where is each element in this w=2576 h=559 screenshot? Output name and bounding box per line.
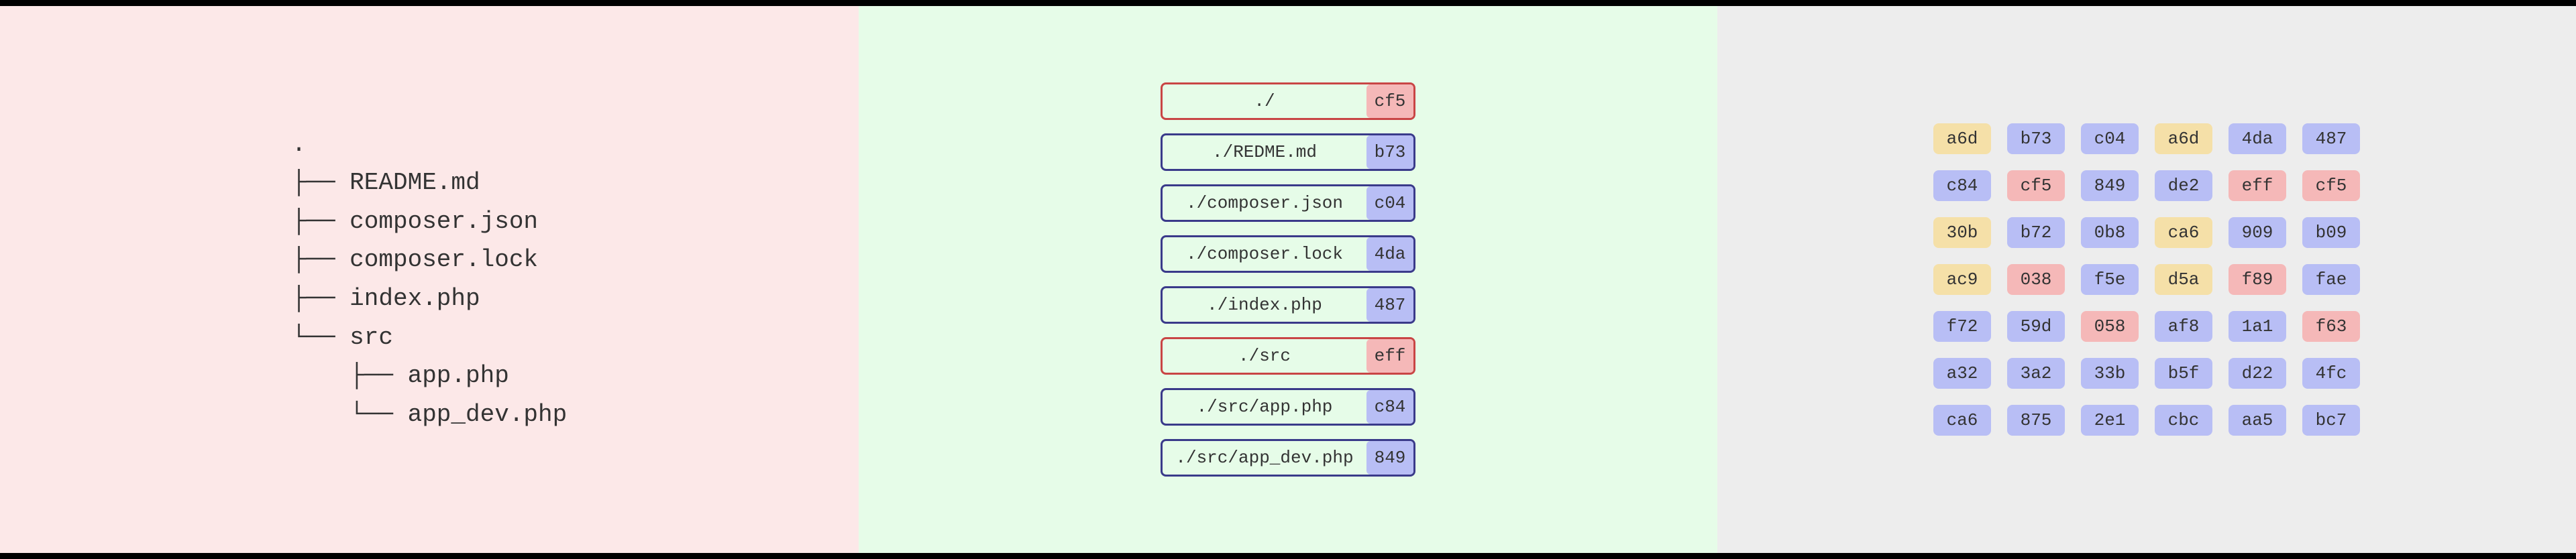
- grid-cell: eff: [2229, 170, 2286, 201]
- grid-cell: 058: [2081, 311, 2139, 342]
- panel-tree: . ├── README.md ├── composer.json ├── co…: [0, 6, 859, 553]
- file-item: ./srceff: [1161, 337, 1415, 375]
- file-item: ./src/app.phpc84: [1161, 388, 1415, 426]
- grid-cell: 0b8: [2081, 217, 2139, 248]
- grid-cell: 1a1: [2229, 311, 2286, 342]
- grid-cell: de2: [2155, 170, 2212, 201]
- grid-cell: f89: [2229, 264, 2286, 295]
- file-path: ./src: [1163, 346, 1366, 366]
- grid-cell: 4fc: [2302, 358, 2360, 389]
- grid-cell: bc7: [2302, 405, 2360, 436]
- grid-cell: aa5: [2229, 405, 2286, 436]
- grid-cell: f5e: [2081, 264, 2139, 295]
- grid-cell: ac9: [1933, 264, 1991, 295]
- grid-cell: ca6: [2155, 217, 2212, 248]
- file-hash: 4da: [1366, 237, 1413, 271]
- grid-cell: af8: [2155, 311, 2212, 342]
- grid-cell: 038: [2007, 264, 2065, 295]
- file-hash: 487: [1366, 288, 1413, 322]
- grid-cell: 30b: [1933, 217, 1991, 248]
- grid-cell: a6d: [1933, 123, 1991, 154]
- file-path: ./index.php: [1163, 295, 1366, 315]
- file-path: ./composer.json: [1163, 193, 1366, 213]
- grid-cell: 909: [2229, 217, 2286, 248]
- file-path: ./composer.lock: [1163, 244, 1366, 264]
- file-item: ./REDME.mdb73: [1161, 133, 1415, 171]
- grid-cell: a32: [1933, 358, 1991, 389]
- grid-cell: d22: [2229, 358, 2286, 389]
- grid-cell: 3a2: [2007, 358, 2065, 389]
- grid-cell: fae: [2302, 264, 2360, 295]
- grid-cell: ca6: [1933, 405, 1991, 436]
- file-hash: 849: [1366, 441, 1413, 475]
- grid-cell: 33b: [2081, 358, 2139, 389]
- file-path: ./REDME.md: [1163, 142, 1366, 162]
- grid-cell: cbc: [2155, 405, 2212, 436]
- file-list: ./cf5./REDME.mdb73./composer.jsonc04./co…: [1161, 82, 1415, 477]
- panel-grid: a6d b73 c04 a6d 4da 487 c84 cf5 849 de2 eff cf5 30b b…: [1717, 6, 2576, 553]
- grid-cell: c04: [2081, 123, 2139, 154]
- file-hash: c84: [1366, 390, 1413, 424]
- grid-cell: 875: [2007, 405, 2065, 436]
- grid-cell: 4da: [2229, 123, 2286, 154]
- grid-cell: 849: [2081, 170, 2139, 201]
- panel-files: ./cf5./REDME.mdb73./composer.jsonc04./co…: [859, 6, 1717, 553]
- grid-cell: c84: [1933, 170, 1991, 201]
- file-item: ./src/app_dev.php849: [1161, 439, 1415, 477]
- grid-cell: 59d: [2007, 311, 2065, 342]
- file-item: ./composer.lock4da: [1161, 235, 1415, 273]
- grid-cell: cf5: [2302, 170, 2360, 201]
- file-path: ./src/app_dev.php: [1163, 448, 1366, 468]
- file-item: ./composer.jsonc04: [1161, 184, 1415, 222]
- file-path: ./src/app.php: [1163, 397, 1366, 417]
- file-hash: cf5: [1366, 84, 1413, 118]
- file-path: ./: [1163, 91, 1366, 111]
- grid-cell: b73: [2007, 123, 2065, 154]
- grid-cell: d5a: [2155, 264, 2212, 295]
- file-hash: eff: [1366, 339, 1413, 373]
- grid-cell: 487: [2302, 123, 2360, 154]
- file-item: ./index.php487: [1161, 286, 1415, 324]
- grid-cell: f63: [2302, 311, 2360, 342]
- hash-grid: a6d b73 c04 a6d 4da 487 c84 cf5 849 de2 eff cf5 30b b…: [1933, 123, 2360, 436]
- grid-cell: a6d: [2155, 123, 2212, 154]
- directory-tree: . ├── README.md ├── composer.json ├── co…: [292, 125, 567, 434]
- grid-cell: 2e1: [2081, 405, 2139, 436]
- grid-cell: b5f: [2155, 358, 2212, 389]
- grid-cell: f72: [1933, 311, 1991, 342]
- grid-cell: b09: [2302, 217, 2360, 248]
- file-hash: c04: [1366, 186, 1413, 220]
- grid-cell: b72: [2007, 217, 2065, 248]
- file-item: ./cf5: [1161, 82, 1415, 120]
- file-hash: b73: [1366, 135, 1413, 169]
- grid-cell: cf5: [2007, 170, 2065, 201]
